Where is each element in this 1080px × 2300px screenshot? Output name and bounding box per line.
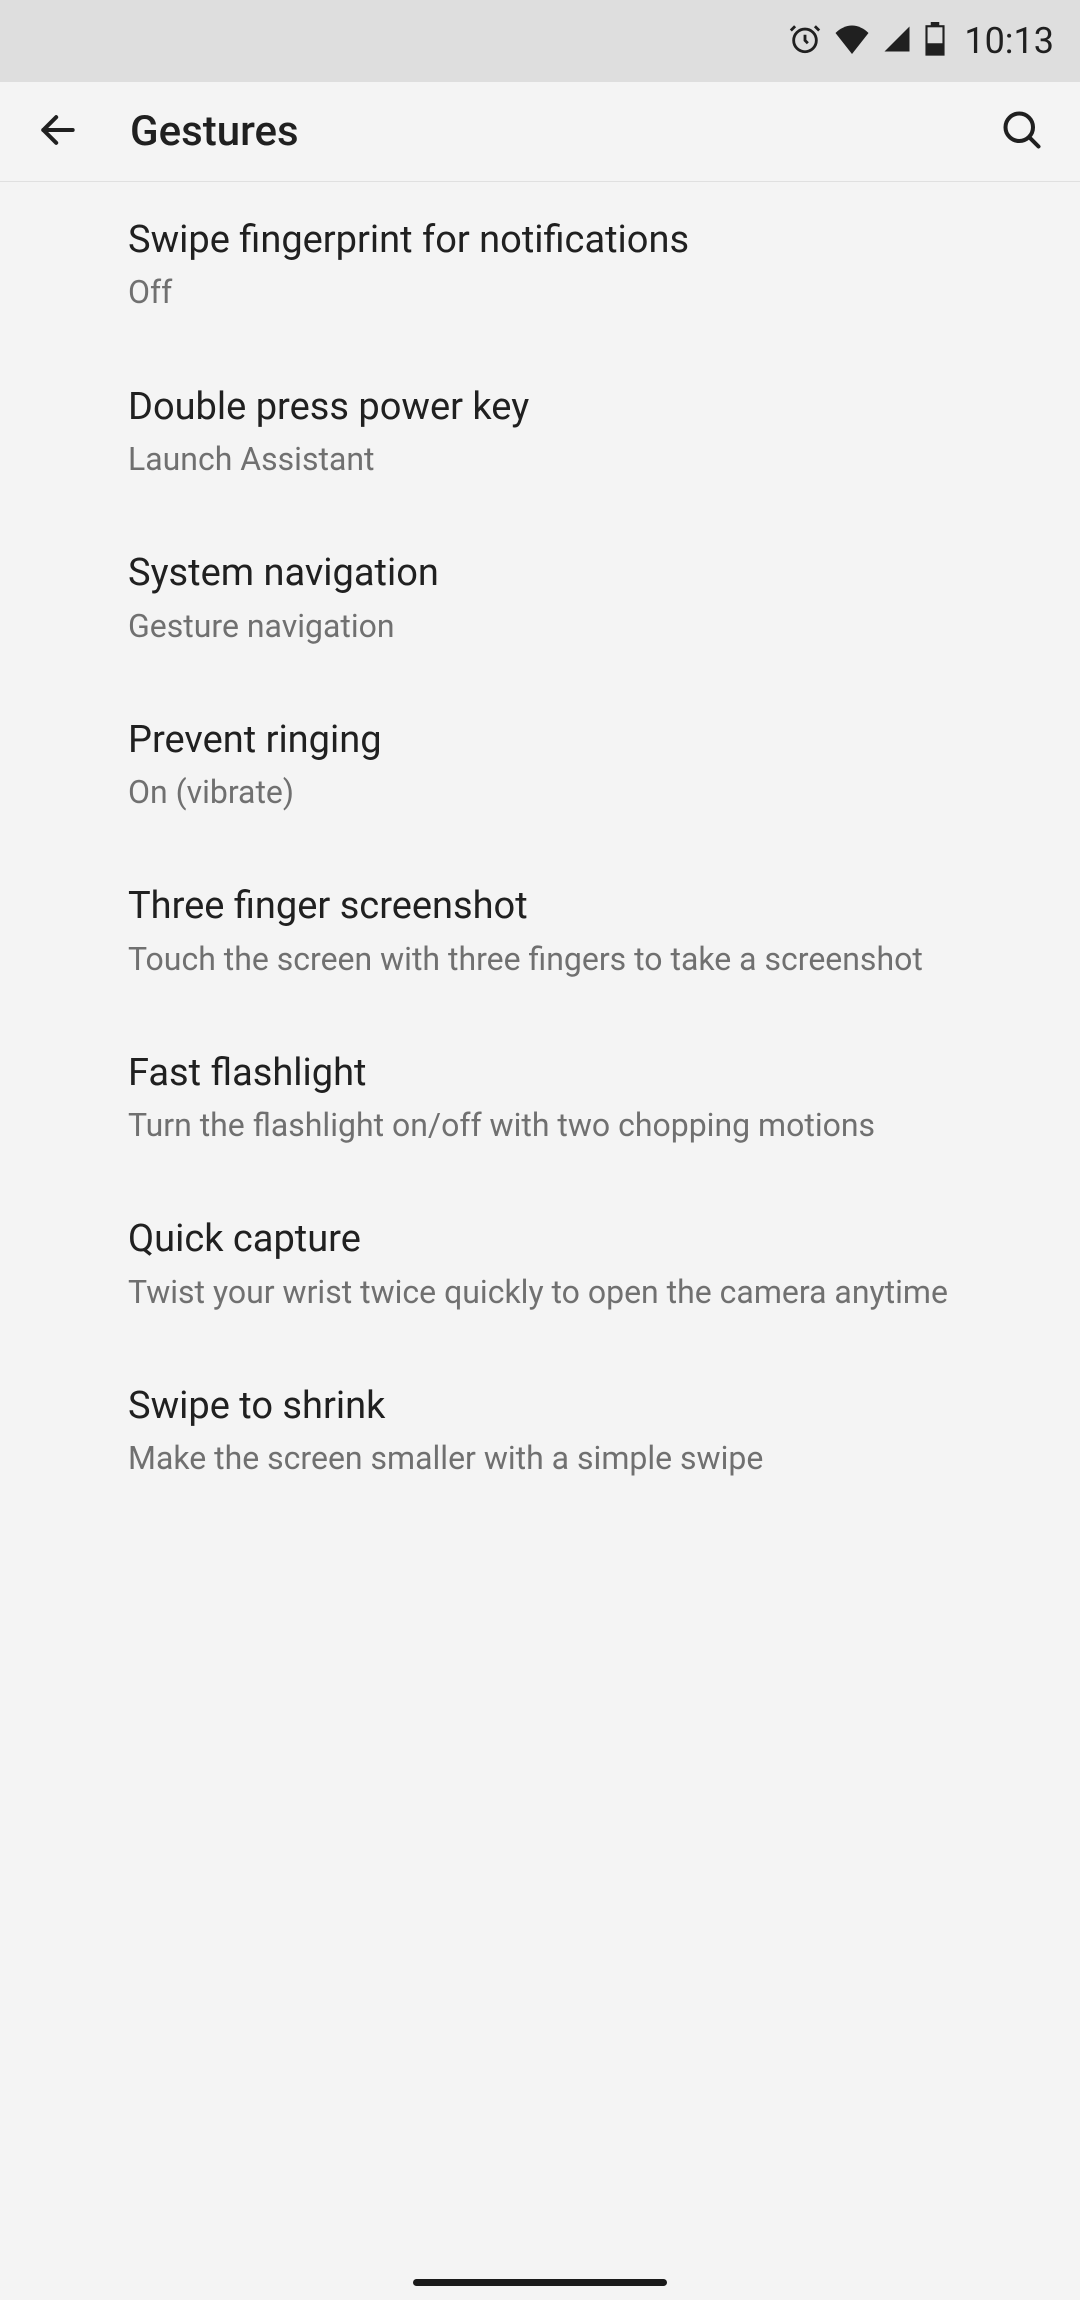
search-icon [1000, 108, 1044, 155]
setting-title: Three finger screenshot [128, 882, 1040, 931]
status-bar: 10:13 [0, 0, 1080, 82]
setting-subtitle: Gesture navigation [128, 605, 1040, 648]
setting-title: Swipe to shrink [128, 1382, 1040, 1431]
setting-subtitle: Turn the flashlight on/off with two chop… [128, 1104, 1040, 1147]
setting-fast-flashlight[interactable]: Fast flashlight Turn the flashlight on/o… [0, 1015, 1080, 1182]
setting-subtitle: Make the screen smaller with a simple sw… [128, 1437, 1040, 1480]
setting-subtitle: Launch Assistant [128, 438, 1040, 481]
status-icons: 10:13 [788, 20, 1054, 62]
setting-title: System navigation [128, 549, 1040, 598]
setting-subtitle: Off [128, 271, 1040, 314]
setting-title: Double press power key [128, 383, 1040, 432]
battery-icon [924, 22, 946, 60]
setting-title: Prevent ringing [128, 716, 1040, 765]
setting-prevent-ringing[interactable]: Prevent ringing On (vibrate) [0, 682, 1080, 849]
setting-swipe-fingerprint[interactable]: Swipe fingerprint for notifications Off [0, 182, 1080, 349]
setting-system-navigation[interactable]: System navigation Gesture navigation [0, 515, 1080, 682]
nav-home-indicator[interactable] [413, 2279, 667, 2286]
arrow-left-icon [36, 108, 80, 155]
setting-title: Quick capture [128, 1215, 1040, 1264]
back-button[interactable] [28, 102, 88, 162]
alarm-icon [788, 22, 822, 60]
setting-double-press-power[interactable]: Double press power key Launch Assistant [0, 349, 1080, 516]
status-time: 10:13 [964, 20, 1054, 62]
app-bar: Gestures [0, 82, 1080, 182]
setting-title: Swipe fingerprint for notifications [128, 216, 1040, 265]
setting-quick-capture[interactable]: Quick capture Twist your wrist twice qui… [0, 1181, 1080, 1348]
setting-subtitle: On (vibrate) [128, 771, 1040, 814]
setting-subtitle: Touch the screen with three fingers to t… [128, 938, 1040, 981]
page-title: Gestures [130, 107, 992, 156]
settings-list: Swipe fingerprint for notifications Off … [0, 182, 1080, 1515]
wifi-icon [834, 24, 870, 58]
setting-title: Fast flashlight [128, 1049, 1040, 1098]
setting-subtitle: Twist your wrist twice quickly to open t… [128, 1271, 1040, 1314]
setting-swipe-to-shrink[interactable]: Swipe to shrink Make the screen smaller … [0, 1348, 1080, 1515]
cellular-icon [882, 24, 912, 58]
setting-three-finger-screenshot[interactable]: Three finger screenshot Touch the screen… [0, 848, 1080, 1015]
search-button[interactable] [992, 102, 1052, 162]
